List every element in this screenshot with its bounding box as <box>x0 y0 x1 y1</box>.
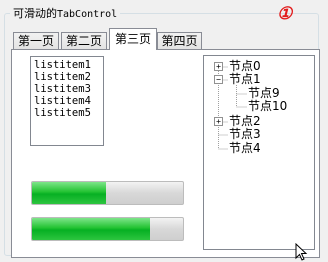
tab-page-3[interactable]: 第三页 <box>109 28 157 50</box>
list-item[interactable]: listitem4 <box>34 95 100 107</box>
list-item[interactable]: listitem5 <box>34 107 100 119</box>
progress-bar-2 <box>31 217 184 241</box>
mouse-cursor-icon <box>295 243 308 261</box>
progress-bar-1 <box>31 181 184 205</box>
tab-label: 第二页 <box>65 34 102 48</box>
list-item[interactable]: listitem2 <box>34 71 100 83</box>
tree-node-1[interactable]: 节点1 <box>229 73 261 86</box>
annotation-marker: ① <box>277 4 293 24</box>
treeview[interactable]: + − + 节点0 节点1 节点9 节点10 节点2 节点3 节点4 <box>203 55 315 250</box>
tree-node-4[interactable]: 节点4 <box>229 142 261 155</box>
progress-fill <box>32 182 106 204</box>
list-item[interactable]: listitem3 <box>34 83 100 95</box>
tree-node-10[interactable]: 节点10 <box>248 100 287 113</box>
progress-fill <box>32 218 150 240</box>
tab-page-2[interactable]: 第二页 <box>61 32 107 50</box>
tab-page-4[interactable]: 第四页 <box>157 32 202 50</box>
expand-plus-icon[interactable]: + <box>214 62 223 71</box>
tab-label: 第四页 <box>161 34 198 48</box>
group-title-cn: 可滑动的 <box>13 7 57 20</box>
group-title-en: TabControl <box>57 9 118 20</box>
expand-plus-icon[interactable]: + <box>214 117 223 126</box>
group-title: 可滑动的TabControl <box>10 5 121 21</box>
tab-label: 第一页 <box>17 34 54 48</box>
list-item[interactable]: listitem1 <box>34 59 100 71</box>
tab-page-1[interactable]: 第一页 <box>13 32 59 50</box>
collapse-minus-icon[interactable]: − <box>214 75 223 84</box>
listbox[interactable]: listitem1 listitem2 listitem3 listitem4 … <box>30 56 104 146</box>
tree-node-3[interactable]: 节点3 <box>229 128 261 141</box>
tab-label: 第三页 <box>114 32 151 46</box>
